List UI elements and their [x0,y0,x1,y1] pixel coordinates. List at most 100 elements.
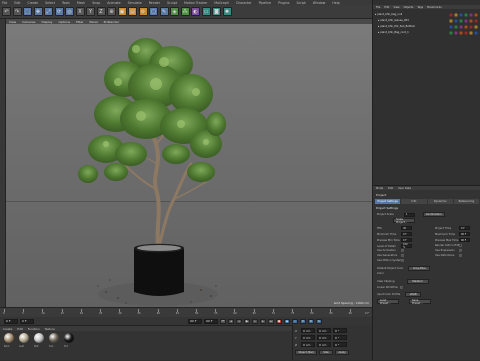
menu-create[interactable]: Create [28,1,39,5]
menu-snap[interactable]: Snap [92,1,100,5]
save-preset-button[interactable]: Save Preset... [409,299,431,305]
play-icon[interactable]: ▶ [244,318,250,324]
material-tag-icon[interactable] [474,18,478,23]
material-tag-icon[interactable] [454,12,458,17]
subdivision-icon[interactable]: ◈ [170,7,179,16]
material-swatch[interactable] [64,333,74,343]
menu-mograph[interactable]: MoGraph [214,1,228,5]
render-settings-icon[interactable]: ⚙ [138,7,148,16]
material-menu-create[interactable]: Create [3,327,12,331]
attribute-checkbox[interactable]: ✓ [401,259,404,262]
perspective-viewport[interactable]: View Cameras Display Options Filter Panel ProR… [6,19,372,307]
material-tag-icon[interactable] [459,30,463,35]
camera-icon[interactable]: ◙ [212,7,221,16]
material-menu-function[interactable]: Function [28,327,40,331]
coord-rot-field[interactable]: 0 ° [333,328,347,333]
start-frame-field[interactable]: 0 F [4,318,18,324]
first-frame-icon[interactable]: ⏮ [220,318,226,324]
coord-mode-dropdown[interactable]: Object (Rel) [295,350,317,355]
deformer-icon[interactable]: ◐ [191,7,200,16]
material-tag-icon[interactable] [469,24,473,29]
coord-size-field[interactable]: 0 cm [317,328,331,333]
material-tag-icon[interactable] [454,24,458,29]
render-picture-viewer-icon[interactable]: ▤ [128,7,137,16]
material-tag-icon[interactable] [449,24,453,29]
coord-pos-field[interactable]: 0 cm [301,328,315,333]
viewport-menu-prorender[interactable]: ProRender [104,20,119,24]
coord-apply-button[interactable]: Apply [335,350,349,355]
object-menu-tags[interactable]: Tags [417,6,423,9]
pen-icon[interactable]: ✎ [159,7,169,16]
view-clipping-dropdown[interactable]: Medium [406,279,429,284]
material-tag-icon[interactable] [449,30,453,35]
light-icon[interactable]: ✺ [222,7,232,16]
viewport-menu-panel[interactable]: Panel [90,20,98,24]
material-swatch[interactable] [34,333,44,343]
object-row[interactable]: ▸ plant_bhk_Pot_Soil_Bottom [375,24,447,29]
attribute-field-input[interactable]: 90 F [459,238,470,242]
undo-icon[interactable]: ↶ [2,7,11,16]
linear-workflow-checkbox[interactable]: ✓ [399,286,403,289]
object-row[interactable]: ▸ plant_bhk_bag_null [375,12,447,17]
end-frame-field[interactable]: 90 F [188,318,202,324]
menu-edit[interactable]: Edit [14,1,20,5]
menu-motion-tracker[interactable]: Motion Tracker [184,1,207,5]
material-tag-icon[interactable] [459,18,463,23]
material-swatch[interactable] [19,333,29,343]
material-tag-icon[interactable] [459,12,463,17]
menu-pipeline[interactable]: Pipeline [259,1,271,5]
material-tag-icon[interactable] [474,30,478,35]
preview-end-field[interactable]: 90 F [204,318,218,324]
current-frame-field[interactable]: 0 F [20,318,34,324]
object-menu-bookmarks[interactable]: Bookmarks [427,6,442,9]
material-tag-icon[interactable] [459,24,463,29]
material-tag-icon[interactable] [464,30,468,35]
viewport-menu-cameras[interactable]: Cameras [22,20,35,24]
viewport-menu-display[interactable]: Display [41,20,52,24]
attribute-field-input[interactable]: 0 F [401,232,412,236]
menu-script[interactable]: Script [297,1,306,5]
coord-pos-field[interactable]: 0 cm [301,335,315,340]
attribute-field-input[interactable]: 0 F [401,238,412,242]
last-frame-icon[interactable]: ⏭ [268,318,274,324]
material-tag-icon[interactable] [464,24,468,29]
attribute-field-input[interactable]: 90 F [459,232,470,236]
viewport-menu-filter[interactable]: Filter [76,20,83,24]
material-tag-icon[interactable] [474,24,478,29]
menu-help[interactable]: Help [332,1,339,5]
menu-tools[interactable]: Tools [62,1,70,5]
coord-rot-field[interactable]: 0 ° [333,335,347,340]
rotation-key-icon[interactable]: R [308,318,314,324]
render-view-icon[interactable]: ▣ [117,7,127,16]
load-preset-button[interactable]: Load Preset... [377,299,399,305]
redo-icon[interactable]: ↷ [12,7,22,16]
material-tag-icon[interactable] [449,12,453,17]
material-menu-texture[interactable]: Texture [45,327,55,331]
object-menu-file[interactable]: File [376,6,380,9]
rotate-icon[interactable]: ⟳ [54,7,64,16]
menu-file[interactable]: File [2,1,7,5]
attribute-field-input[interactable]: 30 [401,226,412,230]
coord-pos-field[interactable]: 0 cm [301,342,315,347]
array-icon[interactable]: ⁂ [180,7,190,16]
object-menu-objects[interactable]: Objects [404,6,414,9]
keyframe-selection-icon[interactable]: ◇ [292,318,298,324]
input-color-profile-dropdown[interactable]: sRGB [405,292,422,297]
menu-plugins[interactable]: Plugins [278,1,289,5]
selection-icon[interactable]: ⬚ [23,7,32,16]
scale-key-icon[interactable]: S [316,318,322,324]
timeline-ruler[interactable]: 0 5 10 15 20 25 30 35 40 45 50 55 60 65 70 75 80 85 90 0 F [0,307,372,317]
position-key-icon[interactable]: P [300,318,306,324]
axis-z-icon[interactable]: Z [96,7,106,16]
menu-window[interactable]: Window [313,1,326,5]
material-tag-icon[interactable] [474,12,478,17]
material-tag-icon[interactable] [449,18,453,23]
viewport-menu-view[interactable]: View [9,20,16,24]
material-tag-icon[interactable] [469,30,473,35]
material-tag-icon[interactable] [464,12,468,17]
attribute-checkbox[interactable] [459,244,462,247]
autokey-icon[interactable]: ◆ [284,318,290,324]
material-tag-icon[interactable] [469,12,473,17]
next-key-icon[interactable]: ▸ [260,318,266,324]
record-icon[interactable]: ● [276,318,282,324]
